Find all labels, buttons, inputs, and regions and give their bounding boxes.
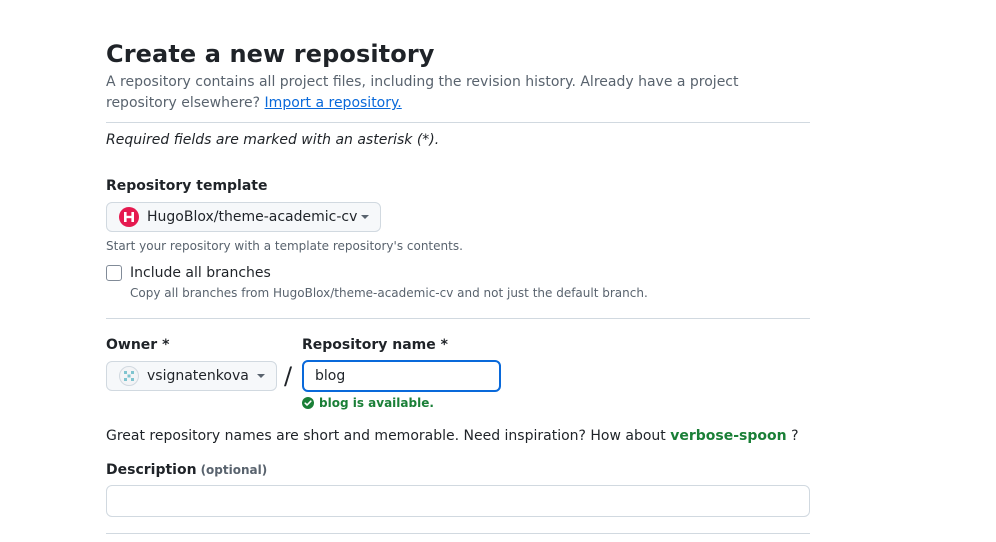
description-input[interactable] (106, 485, 810, 517)
hugoblox-logo-icon (119, 207, 139, 227)
required-fields-note: Required fields are marked with an aster… (106, 132, 440, 148)
optional-tag: (optional) (200, 463, 268, 477)
page-subtitle: A repository contains all project files,… (106, 72, 796, 114)
check-circle-icon (302, 397, 314, 409)
identicon-avatar-icon (119, 366, 139, 386)
repo-name-label: Repository name * (302, 337, 448, 353)
divider (106, 533, 810, 534)
caret-down-icon (256, 373, 266, 379)
suggested-name-button[interactable]: verbose-spoon (670, 428, 786, 444)
owner-selected-value: vsignatenkova (147, 368, 249, 384)
owner-repo-separator: / (284, 362, 293, 390)
include-all-branches-label: Include all branches (130, 265, 271, 281)
import-repository-link[interactable]: Import a repository. (265, 95, 402, 111)
name-suggestion: Great repository names are short and mem… (106, 428, 799, 444)
template-label: Repository template (106, 178, 268, 194)
owner-label: Owner * (106, 337, 170, 353)
suggestion-text: Great repository names are short and mem… (106, 428, 666, 444)
caret-down-icon (360, 214, 370, 220)
page-title: Create a new repository (106, 40, 435, 68)
template-hint: Start your repository with a template re… (106, 239, 463, 253)
subtitle-text: A repository contains all project files,… (106, 74, 739, 111)
repo-name-input[interactable] (302, 360, 501, 392)
description-label-text: Description (106, 462, 197, 478)
template-selected-value: HugoBlox/theme-academic-cv (147, 209, 358, 225)
availability-text: blog is available. (319, 396, 434, 410)
description-label: Description (optional) (106, 462, 267, 478)
divider (106, 122, 810, 123)
template-select-button[interactable]: HugoBlox/theme-academic-cv (106, 202, 381, 232)
include-all-branches-checkbox[interactable] (106, 265, 122, 281)
repo-name-availability: blog is available. (302, 396, 434, 410)
suggestion-suffix: ? (791, 428, 799, 444)
owner-select-button[interactable]: vsignatenkova (106, 361, 277, 391)
divider (106, 318, 810, 319)
include-branches-hint: Copy all branches from HugoBlox/theme-ac… (130, 286, 648, 300)
